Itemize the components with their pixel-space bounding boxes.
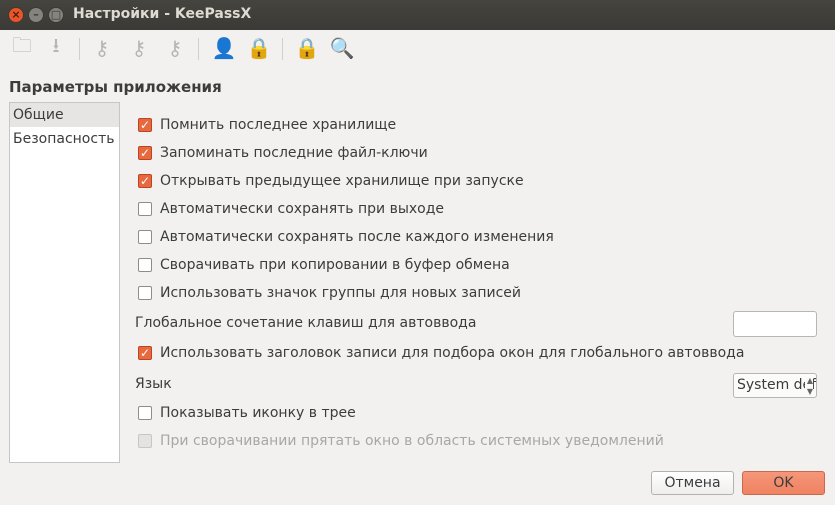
lock-icon[interactable]: 🔒 xyxy=(293,34,321,62)
window-title: Настройки - KeePassX xyxy=(73,6,252,22)
option-label: Помнить последнее хранилище xyxy=(160,117,397,133)
checkbox[interactable]: ✓ xyxy=(138,174,152,188)
page-title: Параметры приложения xyxy=(9,78,222,96)
option-label: Использовать заголовок записи для подбор… xyxy=(160,345,745,361)
option-label: Показывать иконку в трее xyxy=(160,405,356,421)
toolbar: 🗀 ⭳ ⚷ ⚷ ⚷ 👤 🔒 🔒 🔍 xyxy=(0,30,835,66)
option-label: Открывать предыдущее хранилище при запус… xyxy=(160,173,524,189)
ok-button[interactable]: OK xyxy=(742,471,825,495)
option-minimize-on-copy[interactable]: Сворачивать при копировании в буфер обме… xyxy=(138,255,510,275)
option-label: При сворачивании прятать окно в область … xyxy=(160,433,664,449)
category-list: Общие Безопасность xyxy=(9,102,120,463)
add-entry-icon[interactable]: ⚷ xyxy=(88,34,116,62)
option-label: Запоминать последние файл-ключи xyxy=(160,145,428,161)
option-autosave-change[interactable]: Автоматически сохранять после каждого из… xyxy=(138,227,554,247)
option-minimize-to-tray: При сворачивании прятать окно в область … xyxy=(138,431,664,451)
save-database-icon[interactable]: ⭳ xyxy=(42,33,70,62)
language-label: Язык xyxy=(135,376,172,392)
toolbar-separator xyxy=(79,38,80,60)
sidebar-item-security[interactable]: Безопасность xyxy=(10,127,119,151)
checkbox[interactable] xyxy=(138,286,152,300)
toolbar-separator xyxy=(198,38,199,60)
checkbox[interactable] xyxy=(138,202,152,216)
cancel-button[interactable]: Отмена xyxy=(651,471,734,495)
close-window-button[interactable]: × xyxy=(8,7,24,23)
option-label: Автоматически сохранять при выходе xyxy=(160,201,445,217)
title-bar: × – □ Настройки - KeePassX xyxy=(0,0,835,30)
option-remember-key-files[interactable]: ✓ Запоминать последние файл-ключи xyxy=(138,143,428,163)
option-show-tray-icon[interactable]: Показывать иконку в трее xyxy=(138,403,356,423)
checkbox[interactable] xyxy=(138,258,152,272)
language-select[interactable]: System default▲▼ xyxy=(733,373,817,398)
copy-password-icon[interactable]: 🔒 xyxy=(245,34,273,62)
toolbar-separator xyxy=(282,38,283,60)
option-label: Использовать значок группы для новых зап… xyxy=(160,285,521,301)
checkbox xyxy=(138,434,152,448)
maximize-window-button[interactable]: □ xyxy=(48,7,64,23)
global-shortcut-label: Глобальное сочетание клавиш для автоввод… xyxy=(135,315,477,331)
option-remember-last-database[interactable]: ✓ Помнить последнее хранилище xyxy=(138,115,396,135)
sidebar-item-general[interactable]: Общие xyxy=(10,103,119,127)
delete-entry-icon[interactable]: ⚷ xyxy=(161,34,189,62)
option-label: Автоматически сохранять после каждого из… xyxy=(160,229,554,245)
search-icon[interactable]: 🔍 xyxy=(328,34,356,62)
checkbox[interactable] xyxy=(138,406,152,420)
checkbox[interactable]: ✓ xyxy=(138,118,152,132)
option-open-previous[interactable]: ✓ Открывать предыдущее хранилище при запу… xyxy=(138,171,524,191)
checkbox[interactable] xyxy=(138,230,152,244)
spin-arrows-icon: ▲ ▼ xyxy=(804,374,813,397)
copy-username-icon[interactable]: 👤 xyxy=(210,34,238,62)
edit-entry-icon[interactable]: ⚷ xyxy=(125,34,153,62)
option-autosave-exit[interactable]: Автоматически сохранять при выходе xyxy=(138,199,444,219)
minimize-window-button[interactable]: – xyxy=(28,7,44,23)
option-group-icon[interactable]: Использовать значок группы для новых зап… xyxy=(138,283,521,303)
open-database-icon[interactable]: 🗀 xyxy=(8,33,36,62)
checkbox[interactable]: ✓ xyxy=(138,146,152,160)
global-shortcut-input[interactable] xyxy=(733,311,817,337)
option-use-entry-title[interactable]: ✓ Использовать заголовок записи для подбо… xyxy=(138,343,744,363)
option-label: Сворачивать при копировании в буфер обме… xyxy=(160,257,510,273)
checkbox[interactable]: ✓ xyxy=(138,346,152,360)
